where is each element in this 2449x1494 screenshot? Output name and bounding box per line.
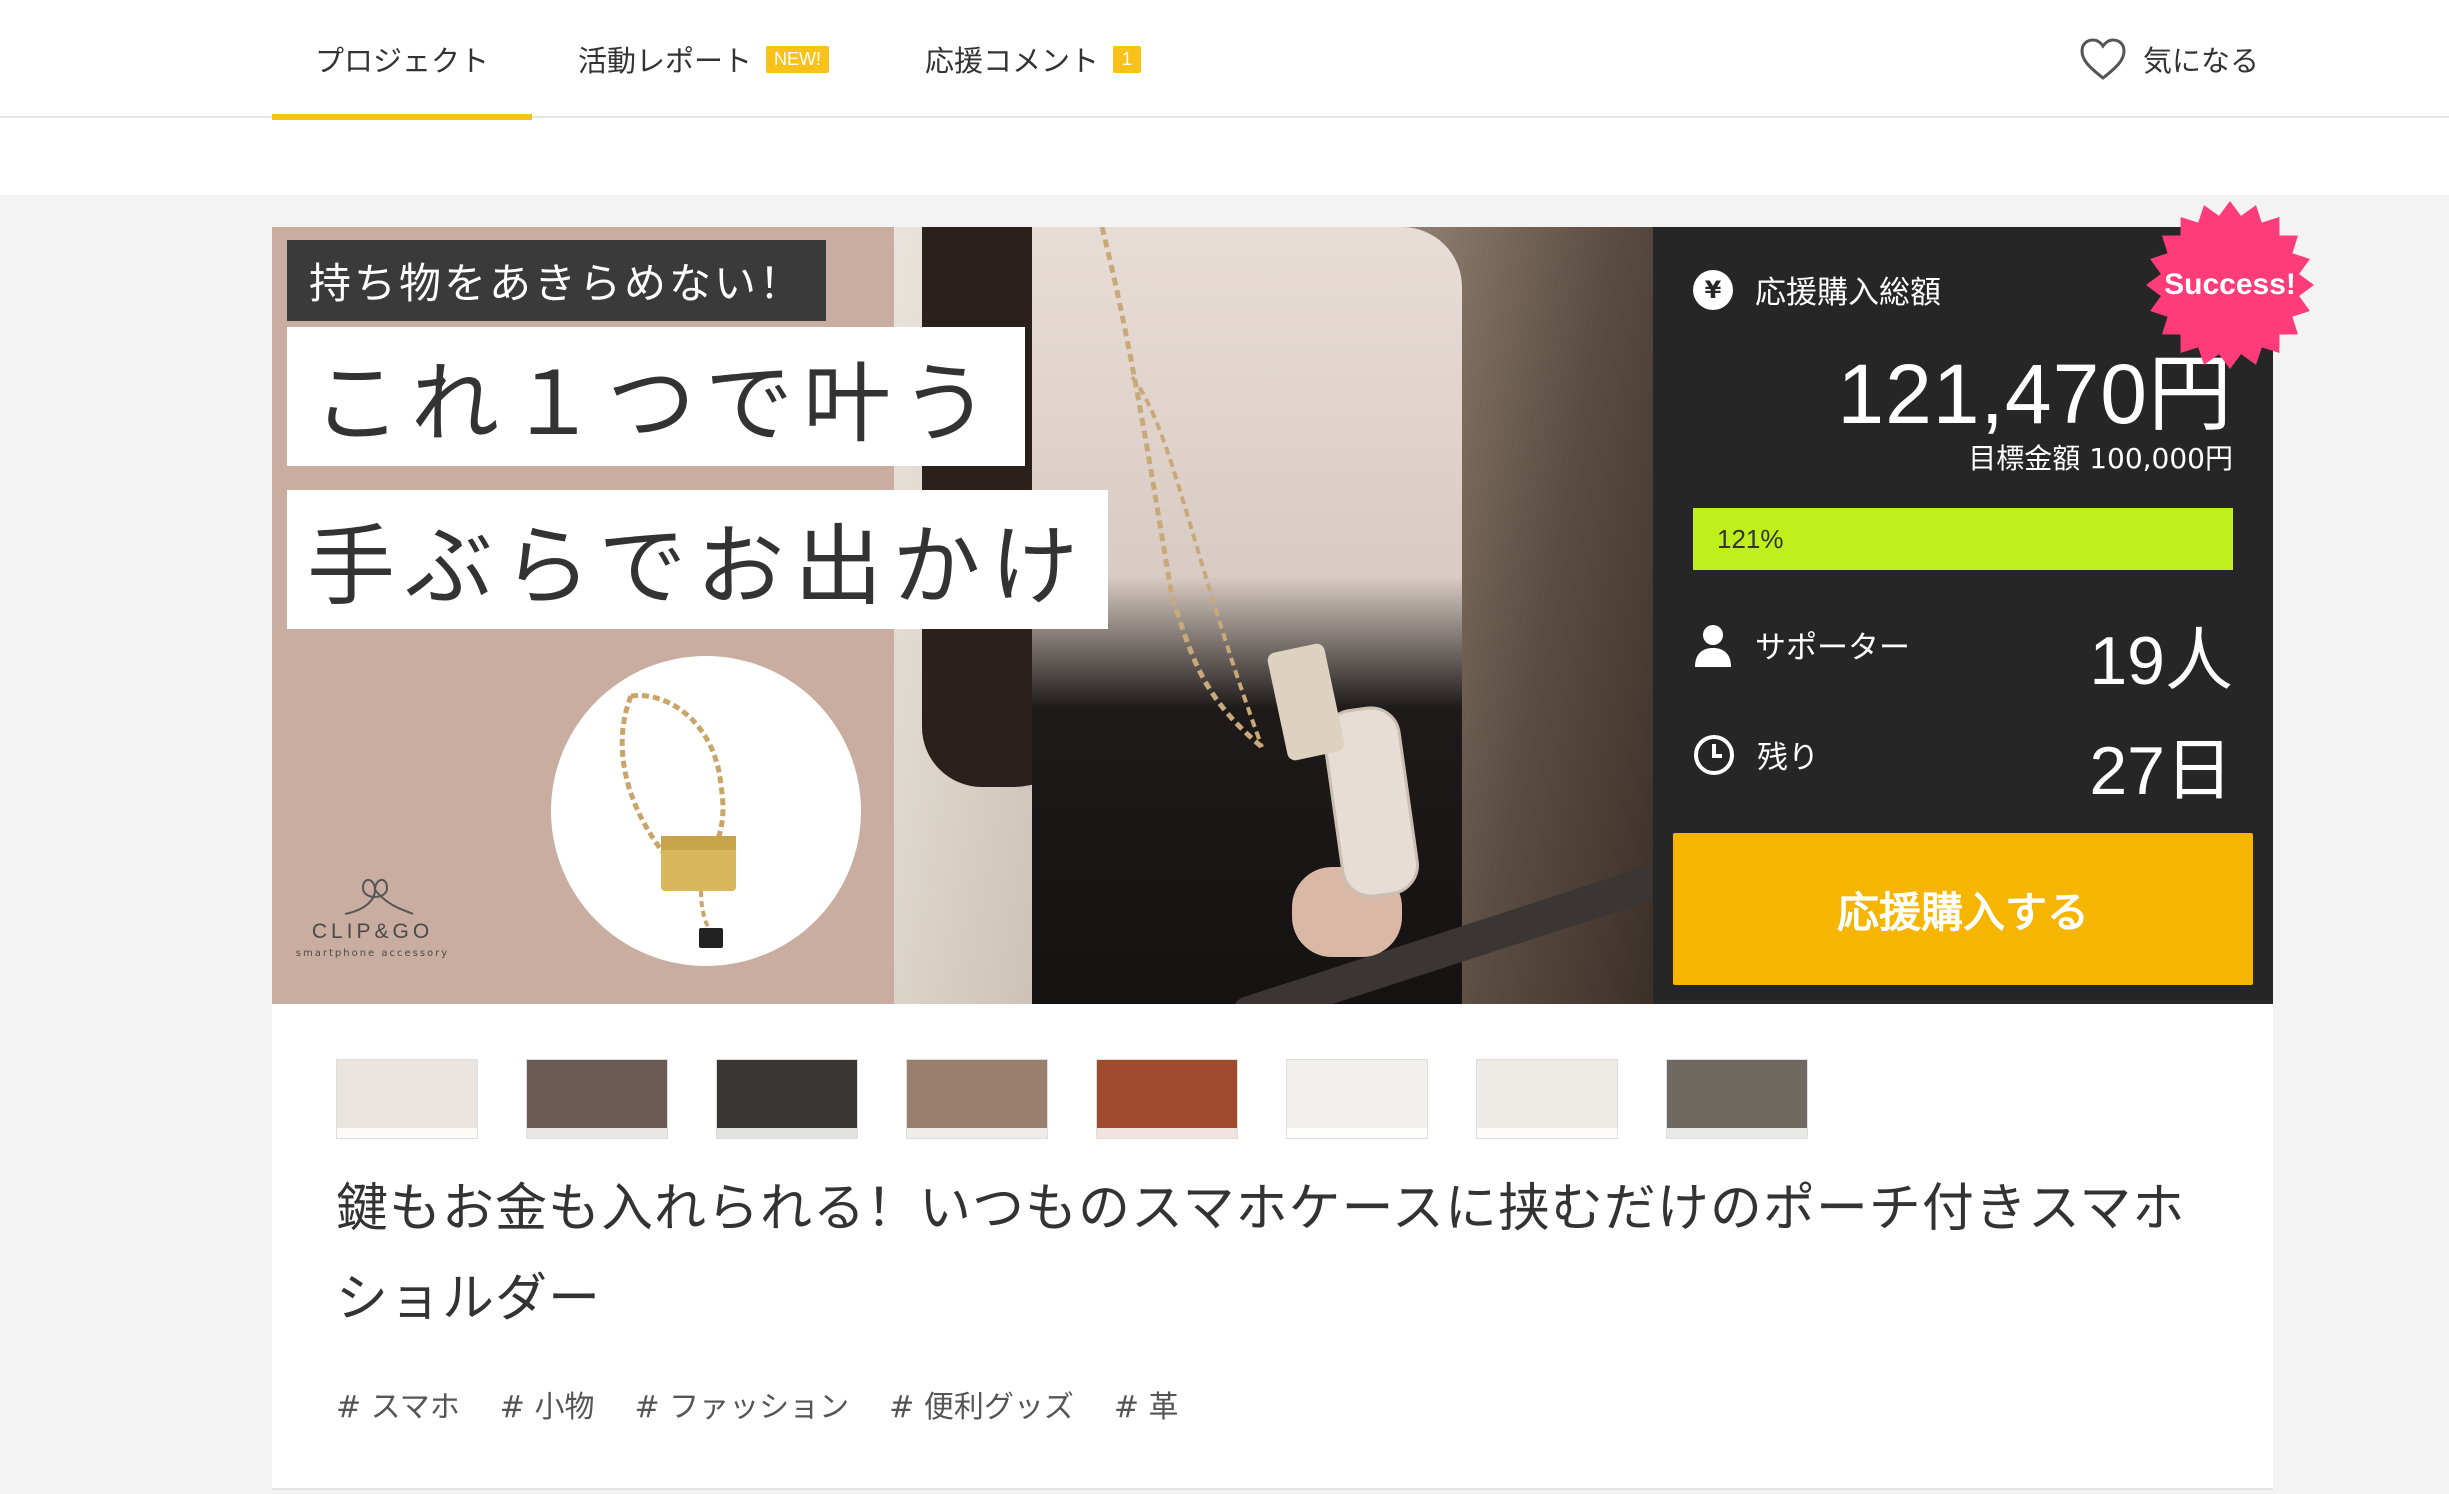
remaining-value: 27日 [2089, 733, 2233, 809]
tag-link[interactable]: # 小物 [500, 1382, 595, 1426]
hero-headline-2: 手ぶらでお出かけ [287, 490, 1109, 629]
progress-percent: 121% [1717, 524, 1784, 554]
thumb-8[interactable] [1666, 1059, 1808, 1139]
favorite-button[interactable]: 気になる [2079, 0, 2259, 118]
progress-bar: 121% [1693, 508, 2233, 570]
total-amount-row: ¥ 応援購入総額 [1693, 267, 1941, 312]
top-nav: プロジェクト 活動レポート NEW! 応援コメント 1 気になる [0, 0, 2449, 120]
total-amount-label: 応援購入総額 [1755, 275, 1941, 311]
support-purchase-button[interactable]: 応援購入する [1673, 833, 2253, 985]
thumb-6[interactable] [1286, 1059, 1428, 1139]
brand-subtitle: smartphone accessory [295, 948, 450, 959]
thumb-caption-strip [527, 1128, 667, 1138]
tab-project-label: プロジェクト [314, 44, 489, 78]
success-badge: Success! [2145, 200, 2315, 370]
hero-headline-1: これ１つで叶う [287, 327, 1026, 466]
tag-link[interactable]: # 便利グッズ [889, 1382, 1074, 1426]
thumb-7[interactable] [1476, 1059, 1618, 1139]
thumb-caption-strip [717, 1128, 857, 1138]
success-label: Success! [2164, 268, 2296, 301]
thumb-caption-strip [1097, 1128, 1237, 1138]
tab-project[interactable]: プロジェクト [272, 0, 532, 120]
supporters-row: サポーター [1693, 622, 1910, 667]
thumb-caption-strip [337, 1128, 477, 1138]
thumb-caption-strip [1287, 1128, 1427, 1138]
tag-link[interactable]: # スマホ [336, 1382, 460, 1426]
product-image-circle [551, 656, 861, 966]
active-tab-underline [272, 114, 532, 120]
thumb-3[interactable] [716, 1059, 858, 1139]
shoulder-pouch-illustration [619, 693, 736, 948]
thumbnail-strip [336, 1059, 1808, 1139]
remaining-row: 残り [1693, 732, 1819, 777]
goal-amount: 目標金額 100,000円 [1968, 442, 2233, 475]
thumb-2[interactable] [526, 1059, 668, 1139]
thumb-1[interactable] [336, 1059, 478, 1139]
supporters-label: サポーター [1755, 630, 1910, 666]
new-badge: NEW! [766, 45, 830, 73]
thumb-caption-strip [907, 1128, 1047, 1138]
clock-icon [1694, 734, 1734, 775]
tab-activity-report-label: 活動レポート [578, 44, 753, 78]
hero-tagline: 持ち物をあきらめない！ [287, 240, 827, 321]
heart-outline-logo-icon [344, 879, 414, 915]
remaining-label: 残り [1757, 740, 1819, 776]
tab-support-comments[interactable]: 応援コメント 1 [925, 0, 1142, 118]
tag-link[interactable]: # 革 [1114, 1382, 1179, 1426]
tag-list: # スマホ # 小物 # ファッション # 便利グッズ # 革 [336, 1382, 1179, 1426]
brand-name: CLIP&GO [311, 920, 434, 943]
heart-icon [2080, 38, 2126, 80]
project-title: 鍵もお金も入れられる！いつものスマホケースに挟むだけのポーチ付きスマホショルダー [336, 1179, 2186, 1329]
comment-count-badge: 1 [1113, 45, 1142, 73]
tag-link[interactable]: # ファッション [634, 1382, 849, 1426]
thumb-5[interactable] [1096, 1059, 1238, 1139]
tab-support-comments-label: 応援コメント [925, 44, 1100, 78]
person-icon [1695, 624, 1731, 667]
brand-logo: CLIP&GO smartphone accessory [290, 870, 455, 959]
supporters-value: 19人 [2089, 623, 2233, 699]
thumb-4[interactable] [906, 1059, 1048, 1139]
tab-activity-report[interactable]: 活動レポート NEW! [578, 0, 830, 118]
thumb-caption-strip [1477, 1128, 1617, 1138]
project-info-card: 鍵もお金も入れられる！いつものスマホケースに挟むだけのポーチ付きスマホショルダー… [272, 1004, 2273, 1490]
yen-icon: ¥ [1693, 269, 1733, 310]
thumb-caption-strip [1667, 1128, 1807, 1138]
favorite-label: 気になる [2142, 44, 2259, 78]
